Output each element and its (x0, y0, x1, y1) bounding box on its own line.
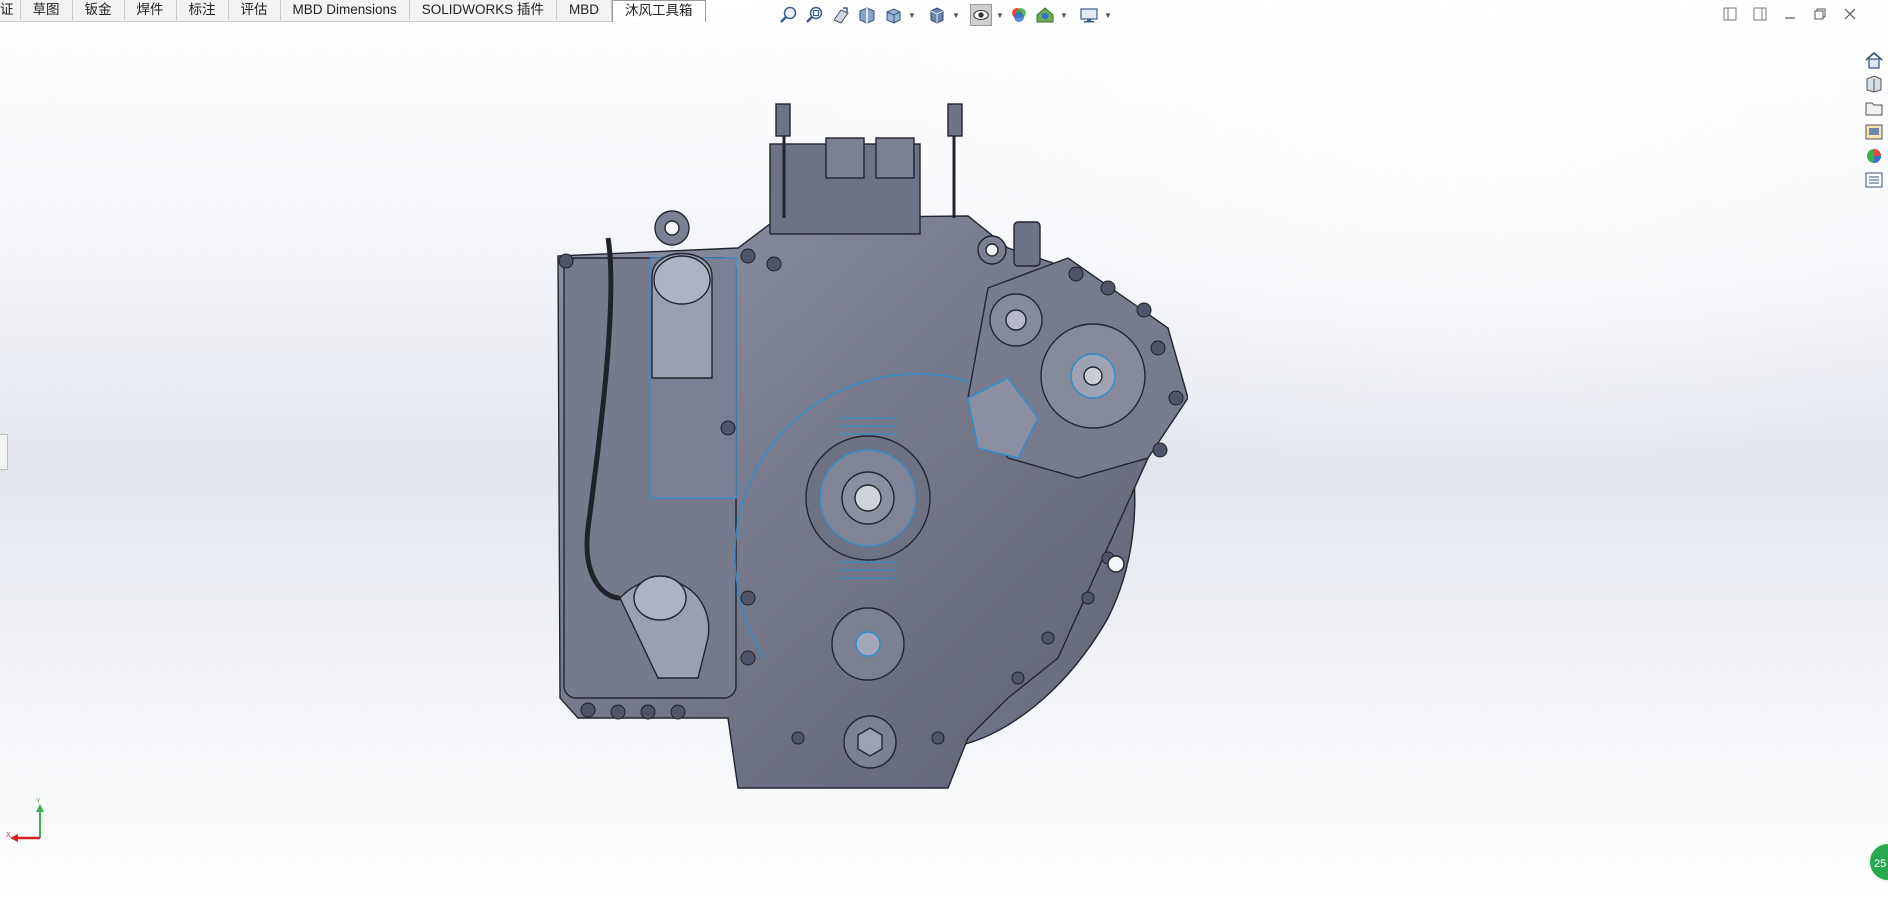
gearbox-3d-model[interactable] (548, 98, 1188, 798)
close-icon[interactable] (1842, 6, 1858, 22)
previous-view-icon[interactable] (830, 4, 852, 26)
tab-markup[interactable]: 标注 (177, 0, 229, 20)
file-explorer-icon[interactable] (1862, 98, 1886, 118)
command-manager-tabs: 证 草图 钣金 焊件 标注 评估 MBD Dimensions SOLIDWOR… (0, 0, 706, 22)
task-pane-tabs (1862, 50, 1888, 190)
feature-manager-collapse-handle[interactable] (0, 434, 8, 470)
tile-left-icon[interactable] (1722, 6, 1738, 22)
tab-sketch[interactable]: 草图 (21, 0, 73, 20)
view-orientation-dropdown-icon[interactable]: ▼ (908, 11, 916, 20)
tab-evaluate[interactable]: 评估 (229, 0, 281, 20)
view-orientation-icon[interactable] (882, 4, 904, 26)
tile-right-icon[interactable] (1752, 6, 1768, 22)
rebuild-badge[interactable]: 25 (1868, 842, 1888, 882)
home-icon[interactable] (1862, 50, 1886, 70)
section-view-icon[interactable] (856, 4, 878, 26)
tab-mufeng-toolbox[interactable]: 沐风工具箱 (612, 0, 706, 22)
model-geometry (557, 103, 1188, 789)
triad-x-label: X (6, 832, 11, 839)
tab-sheet-metal[interactable]: 钣金 (73, 0, 125, 20)
custom-properties-icon[interactable] (1862, 170, 1886, 190)
restore-icon[interactable] (1812, 6, 1828, 22)
display-style-dropdown-icon[interactable]: ▼ (952, 11, 960, 20)
triad-y-label: Y (36, 798, 41, 805)
edit-appearance-icon[interactable] (1008, 4, 1030, 26)
zoom-to-fit-icon[interactable] (778, 4, 800, 26)
apply-scene-dropdown-icon[interactable]: ▼ (1060, 11, 1068, 20)
tab-mbd[interactable]: MBD (557, 0, 613, 20)
reference-triad: Y X (6, 798, 44, 842)
tab-features[interactable]: 证 (0, 0, 21, 20)
zoom-to-area-icon[interactable] (804, 4, 826, 26)
tab-mbd-dimensions[interactable]: MBD Dimensions (281, 0, 410, 20)
design-library-icon[interactable] (1862, 74, 1886, 94)
window-controls (1722, 6, 1858, 22)
tab-solidworks-addins[interactable]: SOLIDWORKS 插件 (410, 0, 558, 20)
appearances-icon[interactable] (1862, 146, 1886, 166)
view-settings-dropdown-icon[interactable]: ▼ (1104, 11, 1112, 20)
apply-scene-icon[interactable] (1034, 4, 1056, 26)
heads-up-view-toolbar: ▼ ▼ ▼ ▼ ▼ (778, 2, 1112, 28)
tab-weldments[interactable]: 焊件 (125, 0, 177, 20)
view-settings-icon[interactable] (1078, 4, 1100, 26)
hide-show-dropdown-icon[interactable]: ▼ (996, 11, 1004, 20)
display-style-icon[interactable] (926, 4, 948, 26)
hide-show-items-icon[interactable] (970, 4, 992, 26)
view-palette-icon[interactable] (1862, 122, 1886, 142)
minimize-icon[interactable] (1782, 6, 1798, 22)
